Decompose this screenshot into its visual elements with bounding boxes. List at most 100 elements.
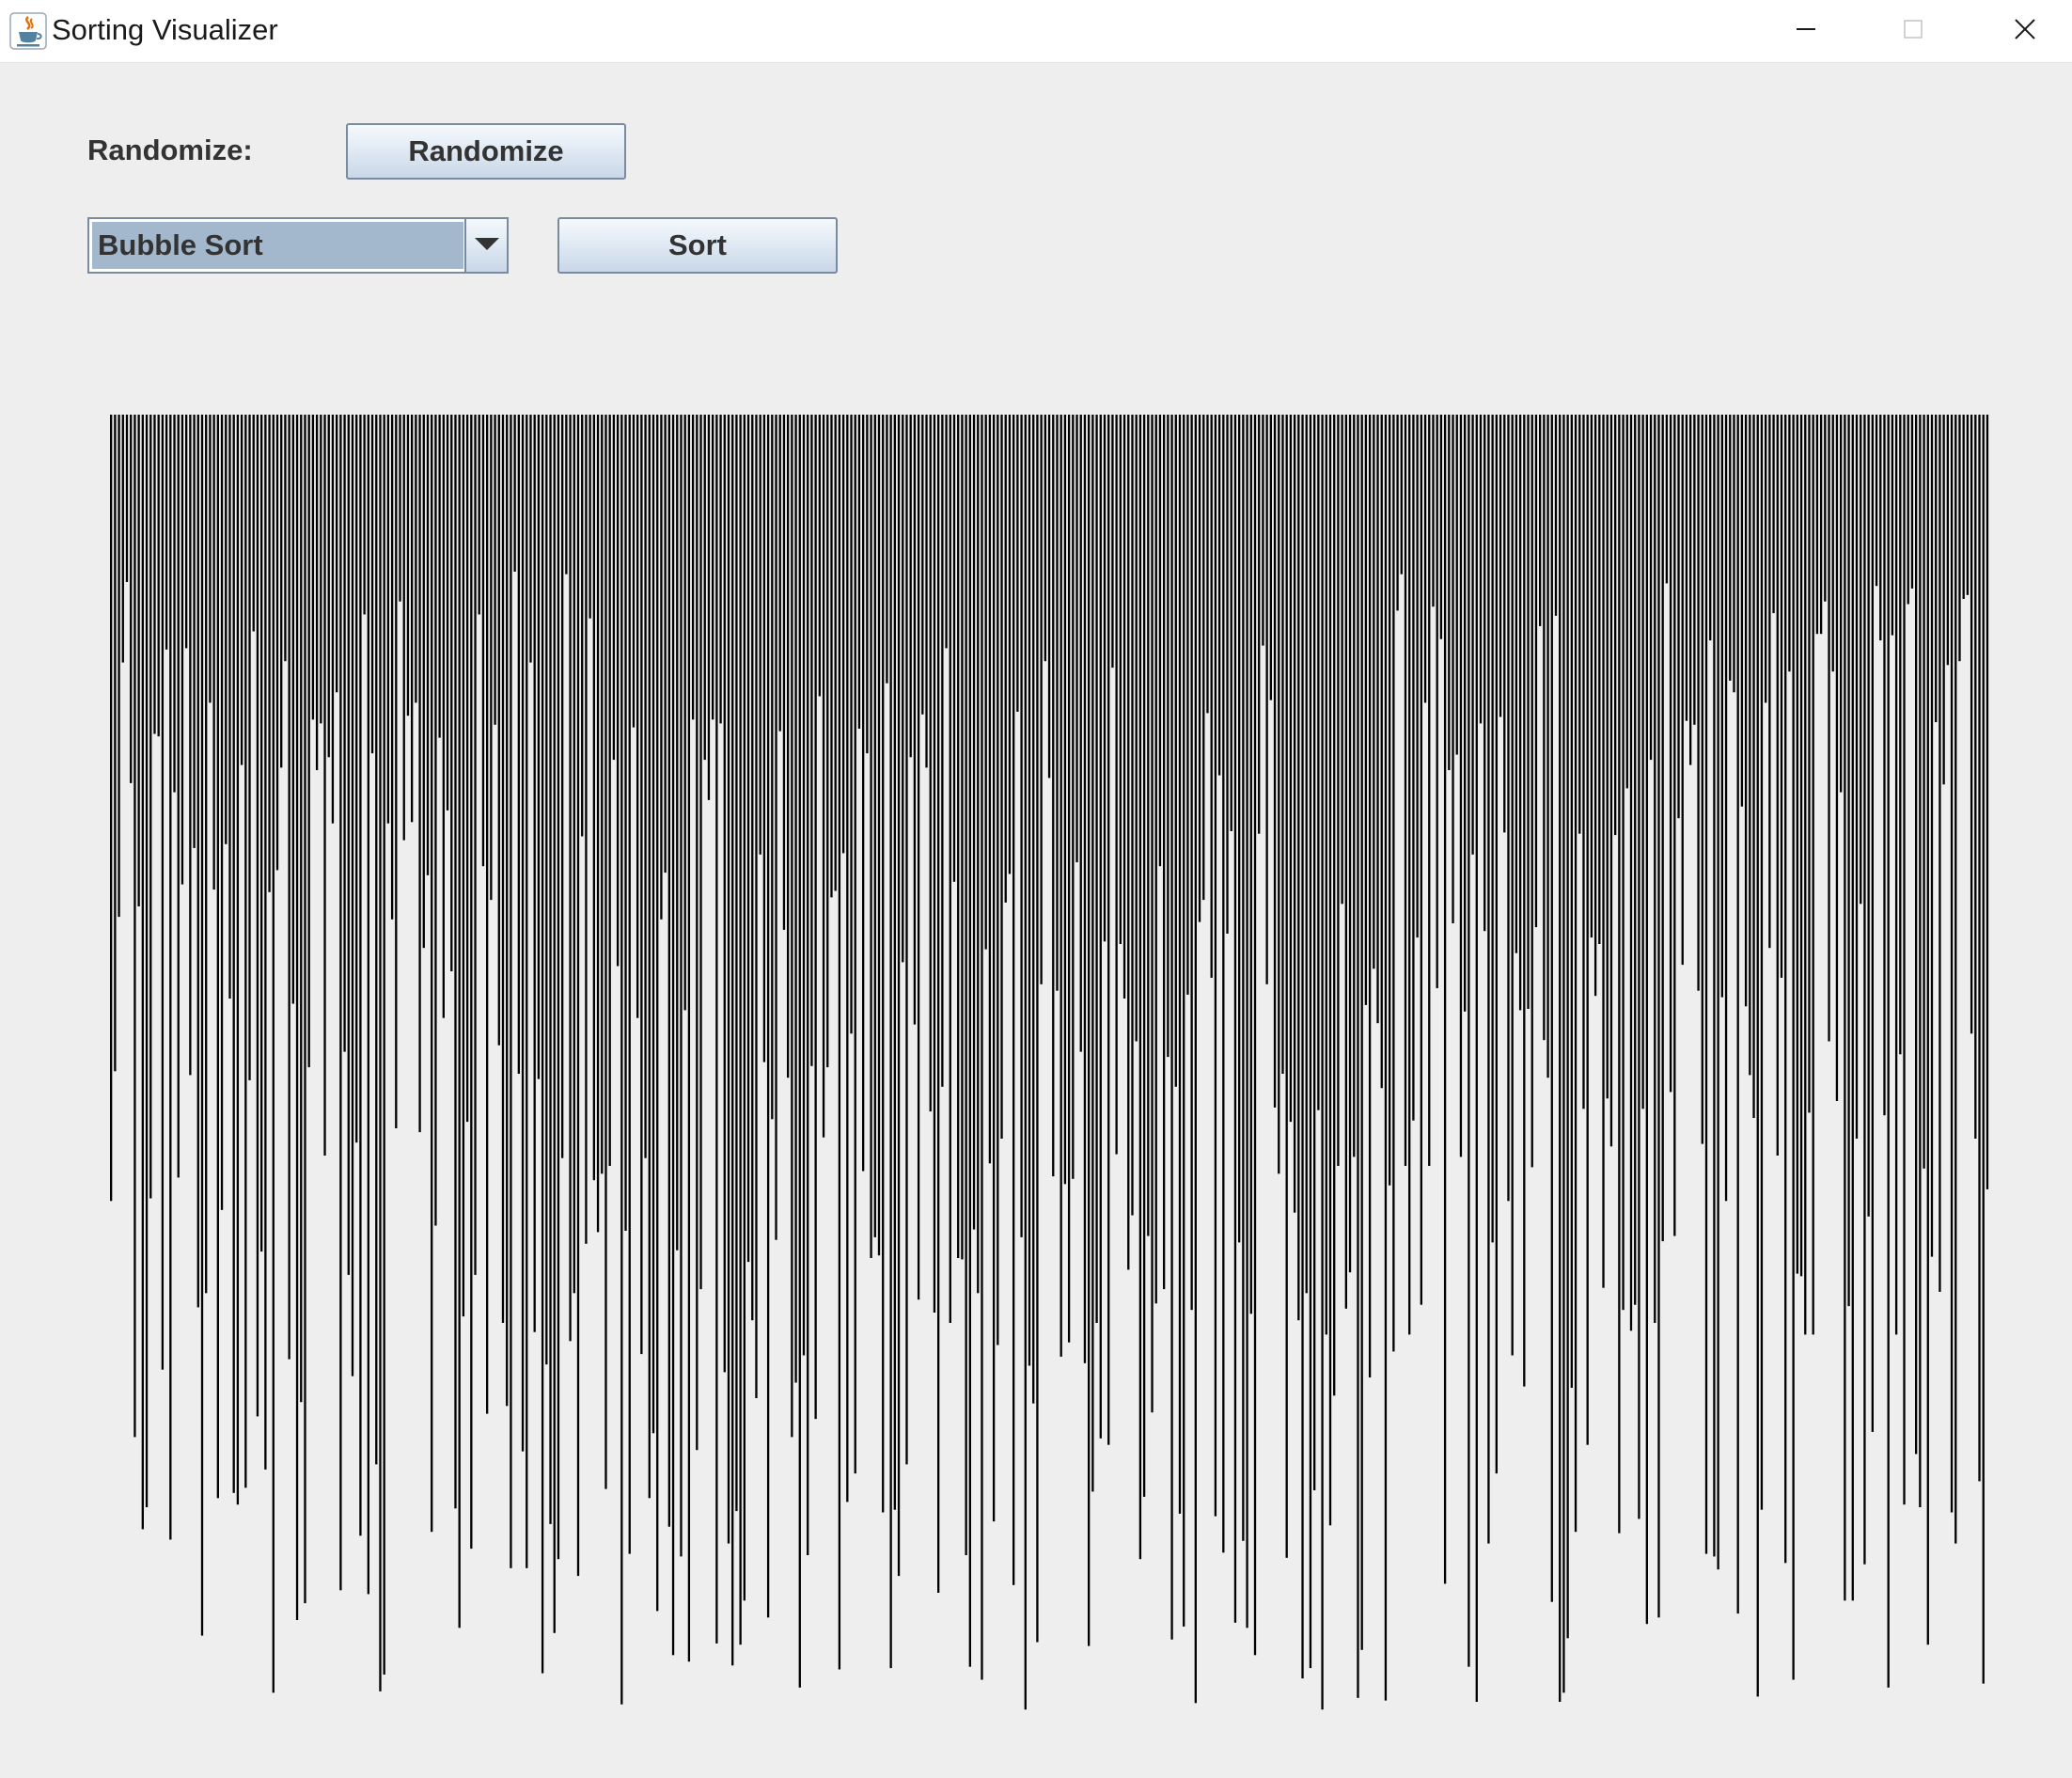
array-bar (981, 415, 983, 1680)
array-bar (1582, 415, 1585, 1109)
array-bar (1962, 415, 1965, 599)
array-bar (1645, 415, 1648, 1625)
array-bar (893, 415, 896, 1510)
array-bar (1499, 415, 1502, 717)
array-bar (1364, 415, 1368, 1005)
array-bar (1574, 415, 1578, 1533)
array-bar (1028, 415, 1031, 1366)
close-button[interactable] (1972, 0, 2072, 58)
array-bar (1546, 415, 1549, 1078)
array-bar (260, 415, 263, 1252)
array-bar (1847, 415, 1850, 1307)
array-bar (1357, 415, 1359, 1698)
array-bar (1186, 415, 1189, 995)
array-bar (719, 415, 722, 724)
sort-button[interactable]: Sort (557, 217, 838, 274)
array-bar (1060, 415, 1062, 1357)
array-bar (1523, 415, 1526, 1387)
array-bar (1278, 415, 1280, 1174)
array-bar (683, 415, 686, 1011)
array-bar (1879, 415, 1882, 641)
array-bar (1047, 415, 1051, 779)
array-bar (307, 415, 310, 1068)
array-bar (295, 415, 299, 1620)
array-bar (450, 415, 453, 971)
array-bar (1760, 415, 1764, 1510)
array-bar (1634, 415, 1637, 1305)
array-bar (746, 415, 750, 1263)
array-bar (121, 415, 124, 663)
array-bar (1784, 415, 1787, 1564)
array-bar (533, 415, 536, 1332)
array-bar (866, 415, 869, 754)
array-bar (225, 415, 228, 844)
array-bar (320, 415, 322, 724)
array-bar (751, 415, 754, 1321)
array-bar (1855, 415, 1859, 1139)
array-bar (553, 415, 556, 1633)
array-bar (1000, 415, 1003, 1139)
array-bar (1935, 415, 1938, 723)
array-bar (1808, 415, 1811, 1113)
array-bar (232, 415, 235, 1493)
array-bar (1844, 415, 1846, 1601)
array-bar (1107, 415, 1110, 1445)
array-bar (1206, 415, 1209, 714)
array-bar (1083, 415, 1087, 1363)
array-bar (481, 415, 485, 867)
array-bar (1867, 415, 1870, 1217)
array-bar (671, 415, 675, 1656)
array-bar (1079, 415, 1082, 1052)
array-bar (1602, 415, 1605, 1288)
array-bar (549, 415, 552, 1524)
array-bar (1677, 415, 1680, 819)
dropdown-button[interactable] (464, 219, 507, 272)
array-bar (897, 415, 901, 1577)
array-bar (244, 415, 247, 1488)
array-bar (300, 415, 303, 1403)
array-bar (1815, 415, 1819, 635)
array-bar (1919, 415, 1922, 1507)
array-bar (755, 415, 758, 1398)
array-bar (1923, 415, 1925, 1169)
array-bar (565, 415, 568, 574)
array-bar (968, 415, 971, 1667)
array-bar (1158, 415, 1162, 867)
array-bar (759, 415, 761, 855)
array-bar (905, 415, 908, 1465)
randomize-button[interactable]: Randomize (346, 123, 626, 180)
array-bar (782, 415, 786, 930)
array-bar (862, 415, 865, 1172)
minimize-button[interactable] (1754, 0, 1858, 58)
array-bar (1178, 415, 1182, 1514)
array-bar (581, 415, 584, 837)
array-bar (1622, 415, 1625, 1311)
array-bar (961, 415, 964, 1260)
array-bar (1301, 415, 1304, 1679)
array-bar (1654, 415, 1656, 1323)
array-bar (1665, 415, 1669, 584)
array-bar (355, 415, 358, 1143)
array-bar (1253, 415, 1257, 1656)
array-bar (264, 415, 267, 1470)
array-bar (367, 415, 369, 1595)
array-bar (1689, 415, 1692, 765)
array-bar (715, 415, 718, 1644)
array-bar (1111, 415, 1114, 669)
array-bar (636, 415, 639, 1018)
array-bar (826, 415, 829, 1068)
array-bar (406, 415, 410, 716)
array-bar (1052, 415, 1055, 1177)
array-bar (952, 415, 956, 882)
array-bar (992, 415, 996, 1522)
array-bar (945, 415, 948, 649)
chevron-down-icon (475, 238, 499, 250)
array-bar (1151, 415, 1154, 1413)
maximize-button[interactable] (1861, 0, 1965, 58)
array-bar (1072, 415, 1075, 1179)
array-bar (846, 415, 849, 1503)
algorithm-select[interactable]: Bubble Sort (87, 217, 509, 274)
array-bar (359, 415, 362, 1536)
array-bar (470, 415, 473, 1550)
array-bar (1095, 415, 1098, 1323)
